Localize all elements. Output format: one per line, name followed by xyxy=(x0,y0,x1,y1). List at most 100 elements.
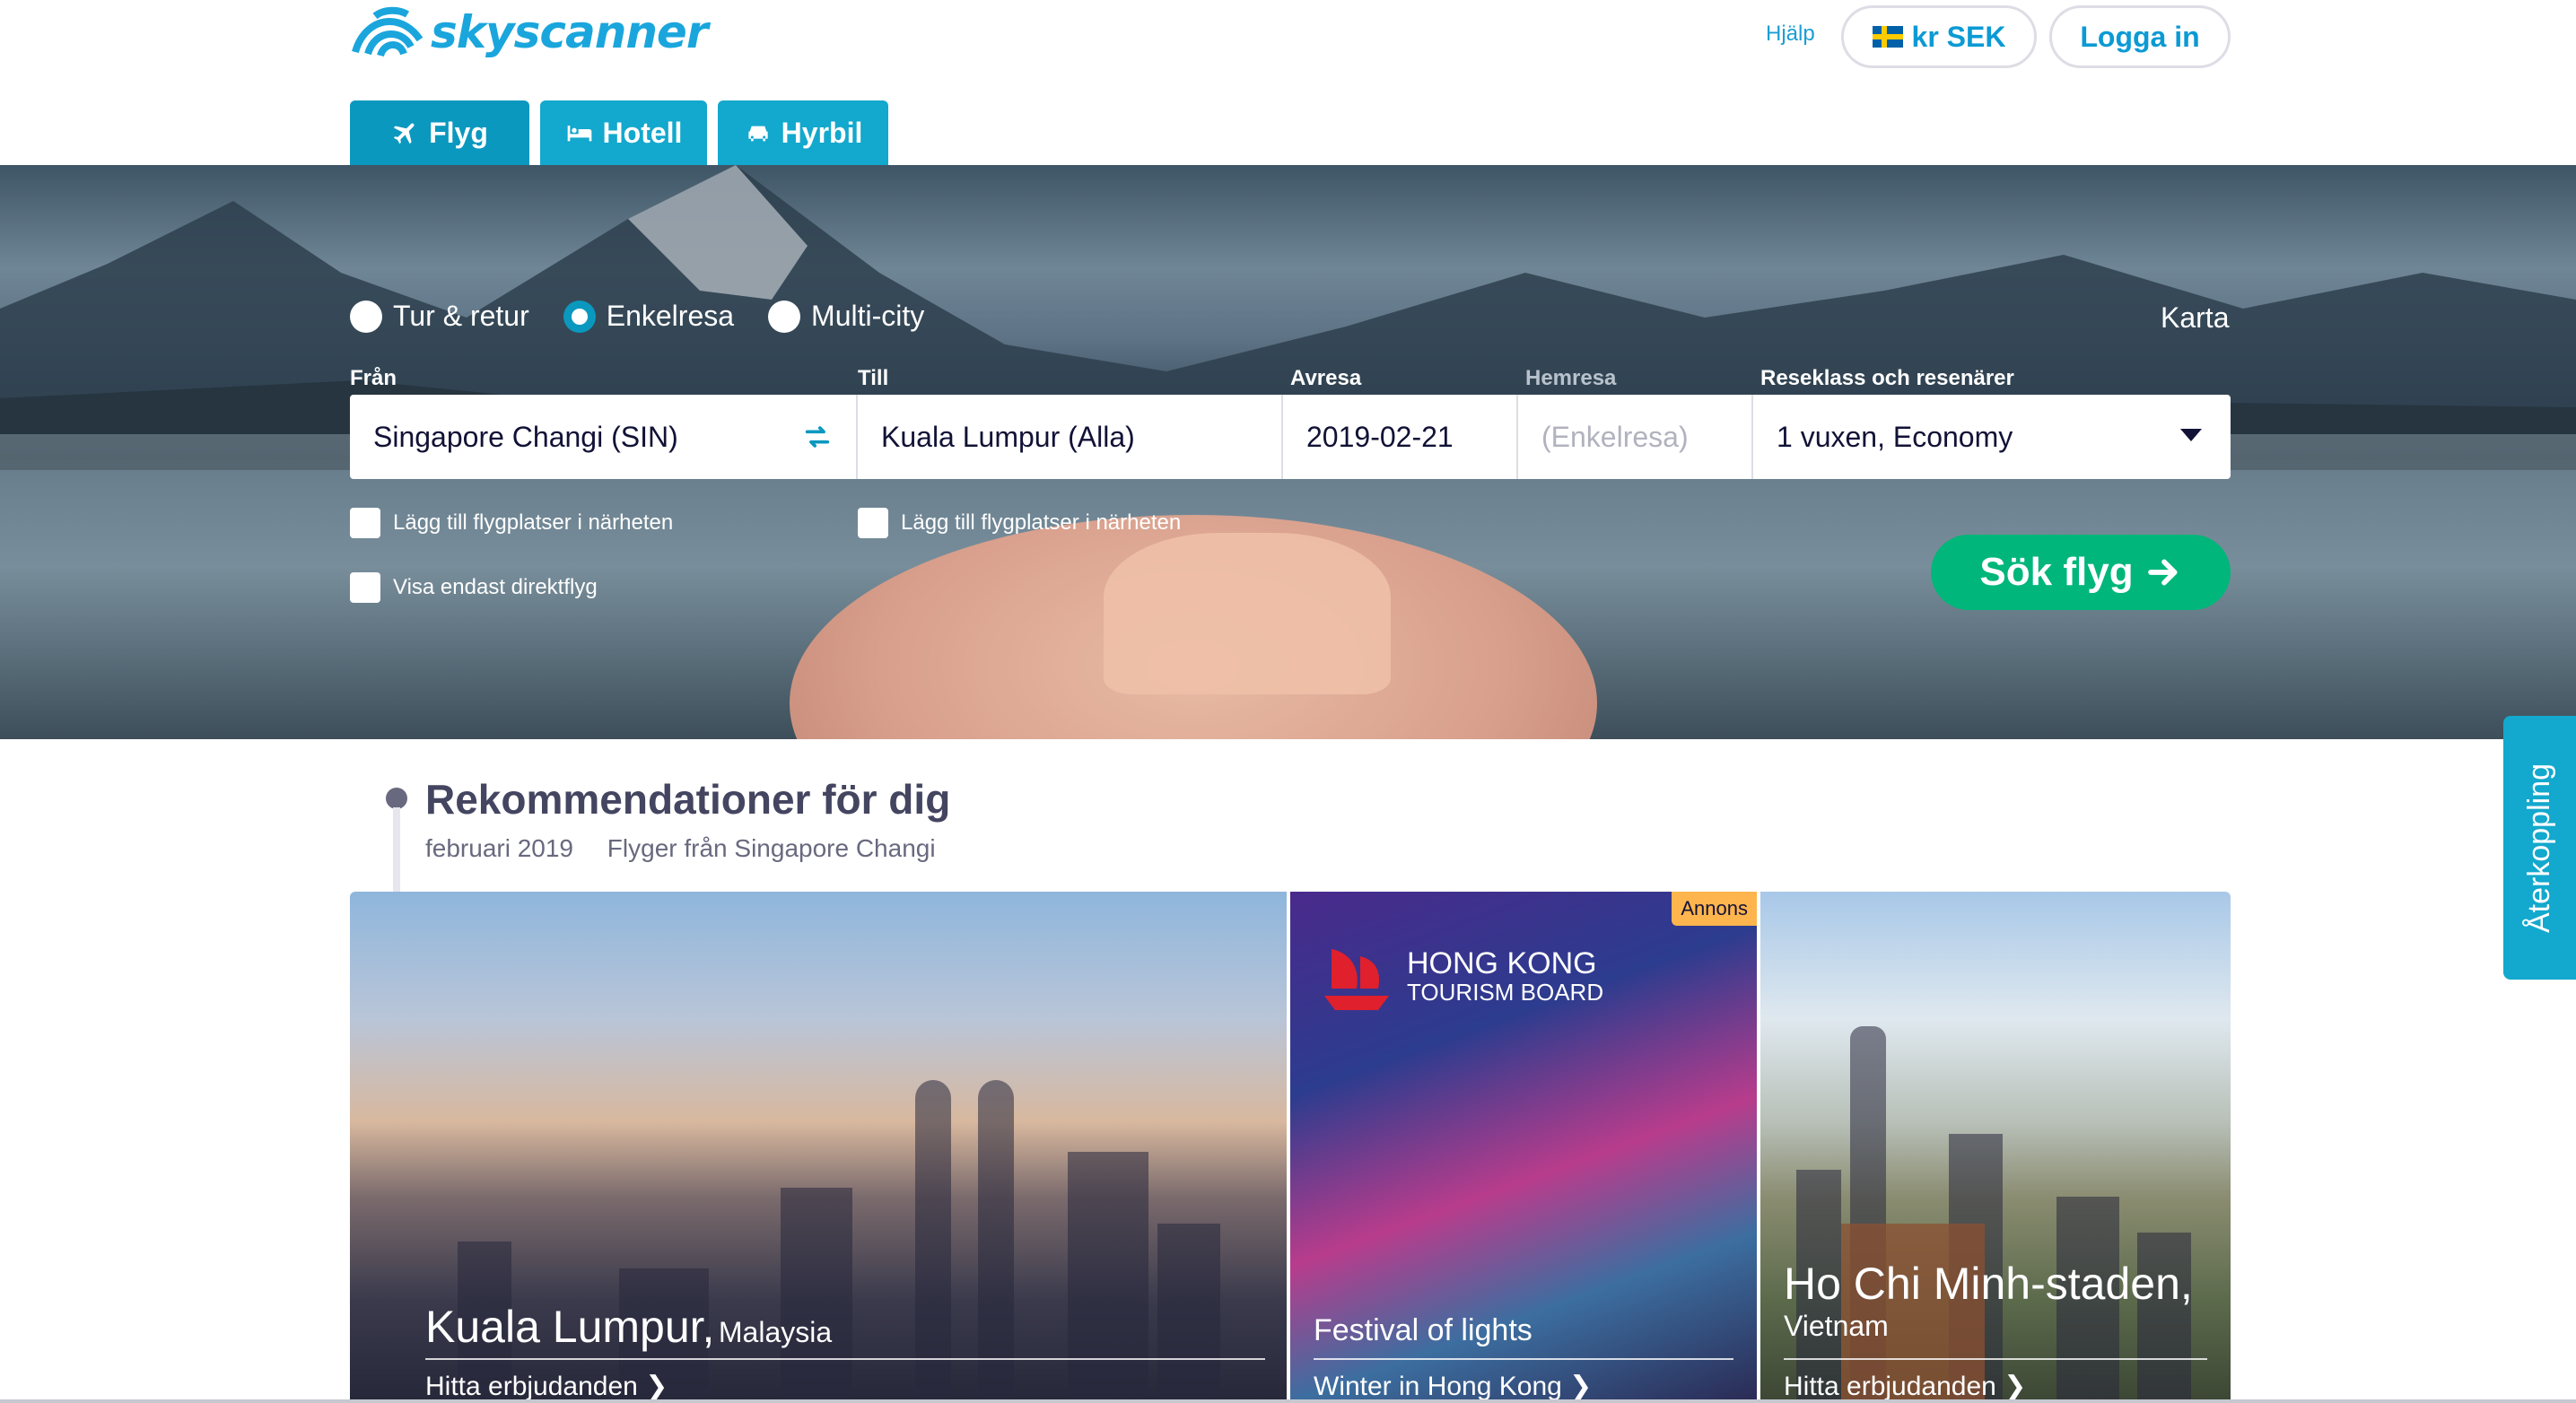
skyline-tower xyxy=(915,1080,951,1403)
trip-type-one-way-label: Enkelresa xyxy=(606,300,735,332)
feedback-label: Återkoppling xyxy=(2522,762,2557,933)
return-date-field[interactable]: (Enkelresa) xyxy=(1518,395,1753,479)
timeline-dot xyxy=(386,788,407,809)
recommendations-month: februari 2019 xyxy=(425,834,574,862)
login-button[interactable]: Logga in xyxy=(2049,5,2231,68)
currency-button[interactable]: kr SEK xyxy=(1841,5,2037,68)
trip-type-return-label: Tur & retur xyxy=(393,300,529,332)
tab-flights[interactable]: Flyg xyxy=(350,100,529,165)
deal-card-ho-chi-minh[interactable]: Ho Chi Minh-staden, Vietnam Hitta erbjud… xyxy=(1760,892,2231,1403)
card-kl-link-label: Hitta erbjudanden xyxy=(425,1372,638,1401)
nearby-from-label: Lägg till flygplatser i närheten xyxy=(393,510,674,535)
direct-only-label: Visa endast direktflyg xyxy=(393,575,598,599)
deal-card-hong-kong[interactable]: Annons HONG KONG TOURISM BOARD Festival … xyxy=(1290,892,1757,1403)
card-hk-divider xyxy=(1314,1358,1733,1360)
chevron-right-icon: ❯ xyxy=(1569,1372,1593,1401)
to-value: Kuala Lumpur (Alla) xyxy=(881,420,1135,453)
skyline-building xyxy=(1068,1152,1148,1403)
login-label: Logga in xyxy=(2080,20,2200,53)
search-flights-label: Sök flyg xyxy=(1979,550,2134,594)
card-kl-country: Malaysia xyxy=(718,1316,833,1348)
junk-boat-icon xyxy=(1324,949,1389,1010)
scroll-edge xyxy=(0,1399,2576,1403)
radio-return[interactable] xyxy=(350,300,382,333)
trip-type-return[interactable]: Tur & retur xyxy=(350,300,529,333)
chevron-right-icon: ❯ xyxy=(2004,1372,2027,1401)
return-label: Hemresa xyxy=(1525,366,1617,390)
return-placeholder: (Enkelresa) xyxy=(1541,420,1689,453)
caret-down-icon xyxy=(2180,429,2202,441)
tab-car-hire-label: Hyrbil xyxy=(781,116,863,149)
ad-badge: Annons xyxy=(1672,892,1757,926)
depart-value: 2019-02-21 xyxy=(1306,420,1454,453)
deal-card-kuala-lumpur[interactable]: Kuala Lumpur, Malaysia Hitta erbjudanden… xyxy=(350,892,1287,1403)
recommendations-origin: Flyger från Singapore Changi xyxy=(607,834,936,862)
logo-text: skyscanner xyxy=(431,6,709,58)
skyline-tower xyxy=(978,1080,1014,1403)
bed-icon xyxy=(567,126,591,142)
plane-icon xyxy=(393,123,415,144)
to-field[interactable]: Kuala Lumpur (Alla) xyxy=(858,395,1283,479)
vertical-tabs: Flyg Hotell Hyrbil xyxy=(350,100,888,165)
site-header: skyscanner Hjälp kr SEK Logga in Flyg Ho… xyxy=(0,0,2576,165)
nearby-to-label: Lägg till flygplatser i närheten xyxy=(901,510,1182,535)
arms-photo xyxy=(1104,533,1391,694)
skyline-building xyxy=(781,1188,852,1403)
skyscanner-logo[interactable]: skyscanner xyxy=(348,4,709,61)
skyline-building xyxy=(1157,1224,1220,1403)
from-label: Från xyxy=(350,366,397,390)
nearby-to-checkbox[interactable] xyxy=(858,508,888,538)
radio-multi-city[interactable] xyxy=(768,300,801,333)
trip-type-one-way[interactable]: Enkelresa xyxy=(563,300,734,333)
card-kl-city: Kuala Lumpur, xyxy=(425,1302,715,1352)
search-flights-button[interactable]: Sök flyg xyxy=(1931,535,2231,610)
card-hcm-city: Ho Chi Minh-staden, xyxy=(1784,1259,2193,1309)
class-value: 1 vuxen, Economy xyxy=(1777,420,2013,453)
tab-hotels-label: Hotell xyxy=(602,116,683,149)
nearby-to-option[interactable]: Lägg till flygplatser i närheten xyxy=(858,508,1181,538)
feedback-tab[interactable]: Återkoppling xyxy=(2503,716,2576,980)
tab-flights-label: Flyg xyxy=(429,116,488,149)
card-hcm-divider xyxy=(1784,1358,2207,1360)
nearby-from-checkbox[interactable] xyxy=(350,508,380,538)
trip-type-multi-city-label: Multi-city xyxy=(811,300,925,332)
direct-only-checkbox[interactable] xyxy=(350,572,380,603)
car-icon xyxy=(747,126,768,142)
help-link[interactable]: Hjälp xyxy=(1766,22,1815,47)
hk-tourism-logo: HONG KONG TOURISM BOARD xyxy=(1314,935,1603,1021)
map-link[interactable]: Karta xyxy=(2161,301,2229,335)
card-hk-title: Festival of lights xyxy=(1314,1313,1533,1347)
card-hcm-link[interactable]: Hitta erbjudanden ❯ xyxy=(1784,1371,2026,1402)
trip-type-multi-city[interactable]: Multi-city xyxy=(768,300,924,333)
search-fields: Singapore Changi (SIN) Kuala Lumpur (All… xyxy=(350,395,2231,479)
from-field[interactable]: Singapore Changi (SIN) xyxy=(350,395,858,479)
direct-only-option[interactable]: Visa endast direktflyg xyxy=(350,572,598,603)
logo-icon xyxy=(352,6,424,57)
tab-hotels[interactable]: Hotell xyxy=(540,100,707,165)
swap-icon[interactable] xyxy=(802,422,833,452)
card-hcm-link-label: Hitta erbjudanden xyxy=(1784,1372,1996,1401)
recommendations-title: Rekommendationer för dig xyxy=(425,776,951,823)
nearby-from-option[interactable]: Lägg till flygplatser i närheten xyxy=(350,508,673,538)
card-hcm-country: Vietnam xyxy=(1784,1310,1889,1342)
cabin-class-travellers-field[interactable]: 1 vuxen, Economy xyxy=(1753,395,2231,479)
tab-car-hire[interactable]: Hyrbil xyxy=(718,100,888,165)
trip-type-selector: Tur & retur Enkelresa Multi-city xyxy=(350,300,958,333)
card-hk-link-label: Winter in Hong Kong xyxy=(1314,1372,1562,1401)
card-kl-link[interactable]: Hitta erbjudanden ❯ xyxy=(425,1371,668,1402)
card-hcm-caption: Ho Chi Minh-staden, Vietnam xyxy=(1784,1258,2193,1343)
radio-one-way[interactable] xyxy=(563,300,596,333)
depart-date-field[interactable]: 2019-02-21 xyxy=(1283,395,1518,479)
hk-brand-line2: TOURISM BOARD xyxy=(1407,979,1604,1006)
to-label: Till xyxy=(858,366,889,390)
chevron-right-icon: ❯ xyxy=(645,1372,668,1401)
card-kl-divider xyxy=(425,1358,1265,1360)
hk-brand-line1: HONG KONG xyxy=(1407,946,1597,980)
class-label: Reseklass och resenärer xyxy=(1760,366,2014,390)
card-hk-caption: Festival of lights xyxy=(1314,1313,1533,1348)
currency-label: kr SEK xyxy=(1911,20,2006,53)
sweden-flag-icon xyxy=(1872,26,1903,48)
card-hk-link[interactable]: Winter in Hong Kong ❯ xyxy=(1314,1371,1592,1402)
from-value: Singapore Changi (SIN) xyxy=(373,420,678,453)
arrow-right-icon xyxy=(2147,559,2178,586)
